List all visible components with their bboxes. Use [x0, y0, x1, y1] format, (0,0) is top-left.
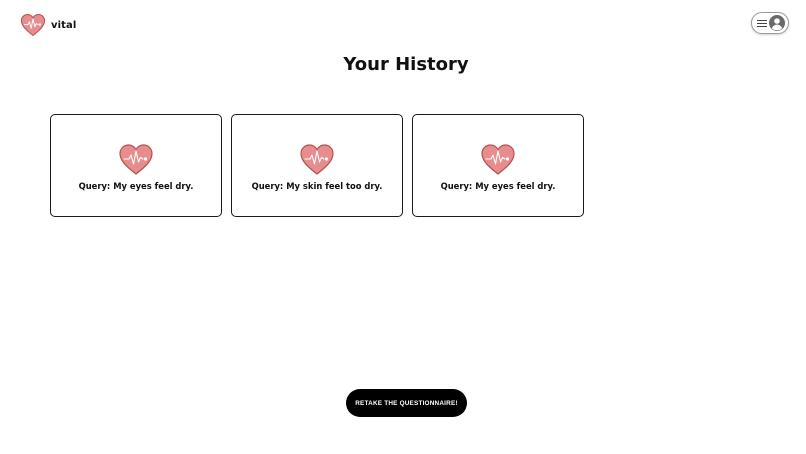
user-circle-icon: [769, 15, 785, 31]
history-query-text: Query: My eyes feel dry.: [440, 181, 556, 191]
page-title: Your History: [343, 54, 469, 75]
retake-questionnaire-button[interactable]: RETAKE THE QUESTIONNAIRE!: [346, 389, 467, 417]
history-card[interactable]: Query: My eyes feel dry.: [50, 114, 222, 217]
heart-pulse-icon: [20, 14, 46, 37]
history-query-text: Query: My eyes feel dry.: [78, 181, 194, 191]
hamburger-icon: [757, 19, 767, 27]
heart-pulse-icon: [119, 144, 153, 175]
account-menu-button[interactable]: [751, 12, 789, 34]
brand[interactable]: vital: [20, 13, 76, 37]
history-query-text: Query: My skin feel too dry.: [251, 181, 383, 191]
history-card[interactable]: Query: My skin feel too dry.: [231, 114, 403, 217]
brand-name: vital: [51, 19, 77, 31]
heart-pulse-icon: [300, 144, 334, 175]
heart-pulse-icon: [481, 144, 515, 175]
history-card[interactable]: Query: My eyes feel dry.: [412, 114, 584, 217]
history-page: vital Your History Query: My eyes feel d…: [0, 0, 806, 454]
history-list: Query: My eyes feel dry. Query: My skin …: [50, 114, 584, 217]
